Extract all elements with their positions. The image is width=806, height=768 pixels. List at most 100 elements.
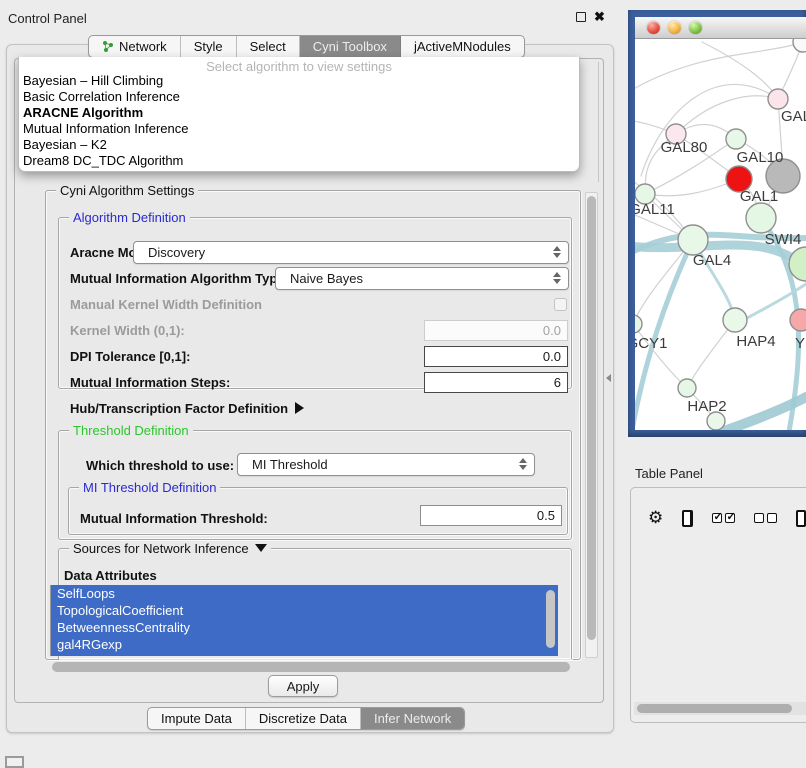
manual-kernel-label: Manual Kernel Width Definition (70, 297, 262, 312)
mac-close-icon[interactable] (647, 21, 660, 34)
window-buttons: ✖ (576, 12, 605, 22)
mi-type-value: Naive Bayes (290, 271, 363, 286)
tab-infer-network[interactable]: Infer Network (361, 708, 464, 729)
new-table-icon[interactable] (796, 510, 806, 527)
tab-label: Discretize Data (259, 711, 347, 726)
control-panel-tab-bar: Network Style Select Cyni Toolbox jActiveMNo… (88, 35, 525, 58)
node-label: GAL (781, 108, 806, 125)
attribute-item[interactable]: TopologicalCoefficient (51, 602, 558, 619)
network-window-titlebar[interactable] (635, 17, 806, 39)
algorithm-option[interactable]: ARACNE Algorithm (19, 105, 579, 121)
cyni-bottom-tab-bar: Impute Data Discretize Data Infer Network (147, 707, 465, 730)
tab-label: Impute Data (161, 711, 232, 726)
node-label: GAL11 (635, 201, 675, 218)
dropdown-prompt: Select algorithm to view settings (19, 57, 579, 73)
algorithm-option[interactable]: Basic Correlation Inference (19, 89, 579, 105)
attribute-item[interactable]: gal4RGexp (51, 636, 558, 653)
aracne-mode-select[interactable]: Discovery (133, 241, 569, 264)
mi-steps-field[interactable]: 6 (424, 372, 568, 393)
network-node-gal10[interactable] (726, 129, 746, 149)
node-table[interactable]: shared...nameAYDL19...YDL19...13YDR27...… (634, 538, 806, 702)
node-label: GAL1 (740, 188, 778, 205)
attribute-item[interactable]: SelfLoops (51, 585, 558, 602)
table-horizontal-scroll-thumb[interactable] (637, 704, 792, 713)
kernel-width-field[interactable]: 0.0 (424, 320, 568, 341)
hub-definition-label: Hub/Transcription Factor Definition (70, 401, 288, 416)
network-node-gal4[interactable] (678, 225, 708, 255)
settings-group-title: Cyni Algorithm Settings (56, 183, 198, 198)
spinner-down-icon (553, 279, 561, 284)
which-threshold-select[interactable]: MI Threshold (237, 453, 535, 476)
attribute-list-scroll-thumb[interactable] (546, 590, 555, 648)
network-node[interactable] (793, 39, 806, 52)
attribute-item[interactable]: BetweennessCentrality (51, 619, 558, 636)
hidden-groupbox-edge (598, 62, 599, 182)
network-edge[interactable] (635, 42, 803, 92)
node-label: GAL80 (661, 139, 708, 156)
data-attributes-list[interactable]: SelfLoopsTopologicalCoefficientBetweenne… (50, 585, 558, 656)
spinner-up-icon (553, 272, 561, 277)
tab-label: Select (250, 39, 286, 54)
node-label: GCY1 (635, 335, 667, 352)
expand-right-icon (295, 402, 304, 414)
tab-jactivemnodules[interactable]: jActiveMNodules (401, 36, 524, 57)
settings-vertical-scroll-thumb[interactable] (587, 196, 596, 640)
tab-label: Cyni Toolbox (313, 39, 387, 54)
network-icon (102, 40, 114, 53)
tab-discretize-data[interactable]: Discretize Data (246, 708, 361, 729)
node-label: Y (795, 335, 805, 352)
tab-style[interactable]: Style (181, 36, 237, 57)
spinner-up-icon (553, 246, 561, 251)
tab-impute-data[interactable]: Impute Data (148, 708, 246, 729)
node-label: GAL4 (693, 252, 731, 269)
tab-label: Infer Network (374, 711, 451, 726)
close-icon[interactable]: ✖ (594, 12, 605, 22)
apply-button[interactable]: Apply (268, 675, 338, 697)
network-canvas[interactable]: GALGAL80GAL10GAL1GAL11SWI4GAL4GCY1HAP4YH… (635, 39, 806, 430)
mi-steps-label: Mutual Information Steps: (70, 375, 230, 390)
select-all-columns-icon[interactable] (712, 513, 735, 523)
tab-select[interactable]: Select (237, 36, 300, 57)
spinner-down-icon (553, 253, 561, 258)
algorithm-option[interactable]: Mutual Information Inference (19, 121, 579, 137)
spinner-up-icon (519, 458, 527, 463)
dpi-tolerance-field[interactable]: 0.0 (424, 346, 568, 367)
table-horizontal-scrollbar[interactable] (634, 702, 806, 715)
network-node-swi4[interactable] (746, 203, 776, 233)
network-edge[interactable] (676, 96, 778, 134)
sources-group-toggle[interactable]: Sources for Network Inference (69, 541, 271, 556)
panel-resize-arrow[interactable] (606, 374, 611, 382)
data-attributes-label: Data Attributes (64, 568, 157, 583)
network-node-gcy1[interactable] (635, 315, 642, 333)
algorithm-option[interactable]: Bayesian – Hill Climbing (19, 73, 579, 89)
network-node-hap2[interactable] (678, 379, 696, 397)
algorithm-definition-title: Algorithm Definition (69, 210, 190, 225)
deselect-all-columns-icon[interactable] (754, 513, 777, 523)
split-columns-icon[interactable] (682, 510, 693, 527)
float-window-icon[interactable] (576, 12, 586, 22)
mac-minimize-icon[interactable] (668, 21, 681, 34)
tab-network[interactable]: Network (89, 36, 181, 57)
mi-type-label: Mutual Information Algorithm Type: (70, 271, 289, 286)
manual-kernel-checkbox[interactable] (554, 298, 567, 311)
network-node-y[interactable] (790, 309, 806, 331)
dpi-tolerance-label: DPI Tolerance [0,1]: (70, 349, 190, 364)
hub-definition-toggle[interactable]: Hub/Transcription Factor Definition (70, 401, 304, 416)
mac-zoom-icon[interactable] (689, 21, 702, 34)
network-node[interactable] (768, 89, 788, 109)
settings-horizontal-scroll-thumb[interactable] (52, 662, 570, 672)
gear-icon[interactable]: ⚙ (648, 508, 663, 528)
node-label: GAL10 (737, 149, 784, 166)
network-node-hap4[interactable] (723, 308, 747, 332)
kernel-width-label: Kernel Width (0,1): (70, 323, 185, 338)
tab-label: Style (194, 39, 223, 54)
algorithm-option[interactable]: Dream8 DC_TDC Algorithm (19, 153, 579, 169)
dock-panel-icon[interactable] (5, 756, 24, 768)
mi-threshold-field[interactable]: 0.5 (420, 505, 562, 526)
table-panel-title: Table Panel (635, 466, 703, 481)
algorithm-dropdown-popup: Select algorithm to view settings Bayesi… (18, 57, 580, 172)
algorithm-option[interactable]: Bayesian – K2 (19, 137, 579, 153)
tab-cyni-toolbox[interactable]: Cyni Toolbox (300, 36, 401, 57)
mi-threshold-label: Mutual Information Threshold: (80, 511, 268, 526)
mi-type-select[interactable]: Naive Bayes (275, 267, 569, 290)
